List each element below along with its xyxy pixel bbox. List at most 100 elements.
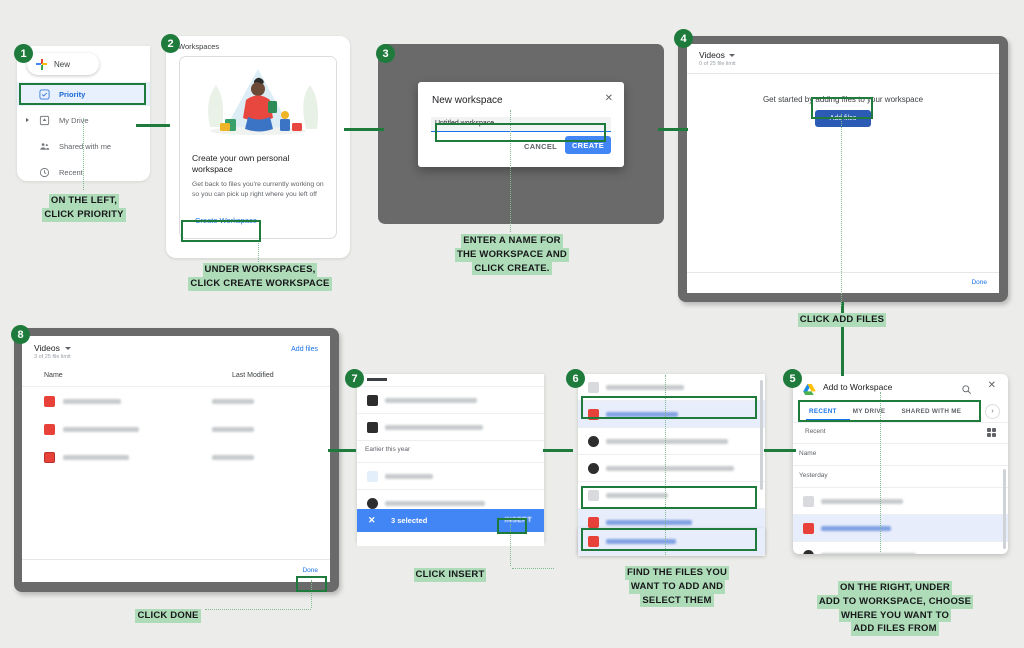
caption-step-6: FIND THE FILES YOU WANT TO ADD AND SELEC… xyxy=(601,566,753,608)
step-badge-7: 7 xyxy=(345,369,364,388)
active-tab-underline xyxy=(806,419,850,421)
scrollbar[interactable] xyxy=(1003,469,1006,549)
sidebar-item-label: Shared with me xyxy=(59,141,112,151)
workspace-empty-window: Videos 0 of 25 file limit Get started by… xyxy=(678,36,1008,302)
grid-view-icon[interactable] xyxy=(987,428,996,437)
add-to-workspace-panel: Add to Workspace ✕ RECENT MY DRIVE SHARE… xyxy=(793,374,1008,554)
caption-line: THE WORKSPACE AND xyxy=(454,247,569,262)
cancel-button[interactable]: CANCEL xyxy=(524,142,557,151)
pointer-step6 xyxy=(665,375,666,555)
tab-my-drive[interactable]: MY DRIVE xyxy=(845,408,894,415)
chevron-right-icon[interactable]: › xyxy=(985,404,1000,419)
step-badge-6: 6 xyxy=(566,369,585,388)
list-item[interactable] xyxy=(793,515,1008,542)
pointer-step8b xyxy=(205,609,311,610)
breadcrumb[interactable]: Recent xyxy=(805,428,826,435)
caption-line: CLICK PRIORITY xyxy=(42,207,126,222)
image-file-icon xyxy=(588,489,599,501)
sidebar-item-label: My Drive xyxy=(59,115,89,125)
video-file-icon xyxy=(588,408,599,420)
table-row[interactable] xyxy=(22,416,330,442)
workspaces-title: Workspaces xyxy=(178,42,220,51)
close-icon[interactable]: ✕ xyxy=(988,381,996,391)
file-name xyxy=(821,498,903,504)
video-file-icon xyxy=(803,522,814,534)
chevron-down-icon[interactable] xyxy=(65,347,71,350)
insert-button[interactable]: INSERT xyxy=(505,517,532,524)
close-icon[interactable]: ✕ xyxy=(605,94,613,104)
table-row[interactable] xyxy=(22,444,330,470)
done-link[interactable]: Done xyxy=(971,279,987,286)
list-item[interactable] xyxy=(578,482,765,509)
divider xyxy=(793,465,1008,466)
partial-row-top xyxy=(367,378,387,381)
list-item[interactable] xyxy=(578,401,765,428)
pointer-step4 xyxy=(841,114,842,306)
caption-line: ON THE LEFT, xyxy=(48,194,120,208)
sidebar-item-priority[interactable]: Priority xyxy=(17,82,150,106)
step-badge-2: 2 xyxy=(161,34,180,53)
tab-shared-with-me[interactable]: SHARED WITH ME xyxy=(893,408,969,415)
caption-step-8: CLICK DONE xyxy=(128,609,208,623)
workspace-name: Videos xyxy=(699,50,725,60)
logo-file-icon xyxy=(588,516,599,528)
file-limit-label: 3 of 25 file limit xyxy=(34,354,71,360)
pdf-file-icon xyxy=(367,470,378,482)
file-name xyxy=(606,411,678,417)
scrollbar[interactable] xyxy=(760,380,763,490)
pointer-step3 xyxy=(510,110,511,232)
tab-recent[interactable]: RECENT xyxy=(801,408,845,415)
workspace-screen: Videos 3 of 25 file limit Add files Name… xyxy=(22,336,330,582)
list-item[interactable] xyxy=(793,488,1008,515)
create-workspace-button[interactable]: Create Workspace xyxy=(191,213,261,228)
create-workspace-card: Create your own personal workspace Get b… xyxy=(179,56,337,239)
list-item[interactable] xyxy=(578,528,765,556)
pointer-step8 xyxy=(311,580,312,608)
list-item[interactable] xyxy=(578,374,765,401)
divider xyxy=(793,443,1008,444)
new-button-label: New xyxy=(54,59,71,69)
list-item[interactable] xyxy=(578,455,765,482)
new-button[interactable]: New xyxy=(27,53,99,75)
close-icon[interactable]: ✕ xyxy=(368,515,376,526)
list-item[interactable] xyxy=(357,414,544,441)
footer-divider xyxy=(22,559,330,560)
caption-step-7: CLICK INSERT xyxy=(404,568,496,582)
file-name xyxy=(63,454,129,460)
caption-step-5: ON THE RIGHT, UNDER ADD TO WORKSPACE, CH… xyxy=(800,581,990,637)
pointer-step7b xyxy=(512,568,554,569)
workspaces-panel: Workspaces Create your own personal work… xyxy=(166,36,350,258)
divider xyxy=(793,422,1008,423)
caption-line: CLICK ADD FILES xyxy=(797,313,887,327)
table-row[interactable] xyxy=(22,388,330,414)
list-item[interactable] xyxy=(357,387,544,414)
panel7-bottom xyxy=(357,532,544,546)
create-button[interactable]: CREATE xyxy=(565,136,611,154)
file-name xyxy=(63,398,121,404)
done-link[interactable]: Done xyxy=(302,567,318,574)
connector-7-8 xyxy=(328,449,356,452)
image-file-icon xyxy=(803,495,814,507)
search-icon[interactable] xyxy=(961,382,972,400)
add-files-link[interactable]: Add files xyxy=(291,346,318,353)
add-files-button[interactable]: Add files xyxy=(815,110,871,127)
workspace-screen: Videos 0 of 25 file limit Get started by… xyxy=(687,44,999,293)
list-item[interactable] xyxy=(793,542,1008,554)
caption-line: SELECT THEM xyxy=(640,593,714,608)
chevron-down-icon[interactable] xyxy=(729,54,735,57)
caption-line: FIND THE FILES YOU xyxy=(624,566,729,580)
caption-line: ADD FILES FROM xyxy=(851,622,939,637)
new-workspace-dialog: New workspace ✕ Untitled workspace CANCE… xyxy=(418,82,624,167)
workspace-name-input[interactable]: Untitled workspace xyxy=(431,117,611,132)
media-file-icon xyxy=(588,462,599,474)
priority-check-icon xyxy=(39,88,50,100)
chevron-right-icon[interactable] xyxy=(26,118,29,122)
list-item[interactable] xyxy=(357,463,544,490)
file-name xyxy=(606,465,734,471)
card-body-text: Get back to files you're currently worki… xyxy=(192,181,324,199)
step-badge-8: 8 xyxy=(11,325,30,344)
plus-icon xyxy=(36,58,47,70)
list-item[interactable] xyxy=(578,428,765,455)
column-header-modified: Last Modified xyxy=(232,372,274,379)
media-file-icon xyxy=(803,549,814,554)
